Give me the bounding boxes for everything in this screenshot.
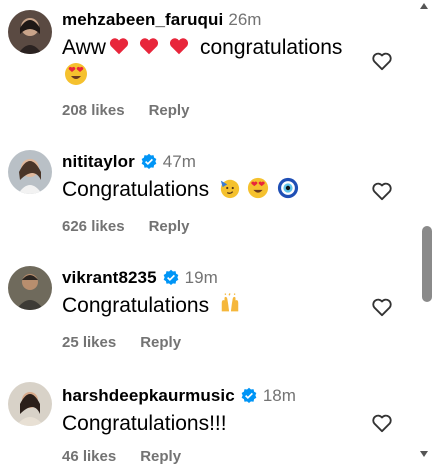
reply-button[interactable]: Reply: [149, 102, 190, 119]
username[interactable]: mehzabeen_faruqui: [62, 10, 223, 30]
comment-text: Congratulations: [62, 292, 241, 320]
nazar-amulet-emoji: [278, 177, 299, 199]
avatar[interactable]: [8, 382, 52, 426]
verified-badge-icon: [141, 153, 157, 170]
comment-text: Aww congratulations: [62, 34, 342, 62]
likes-count[interactable]: 25 likes: [62, 334, 116, 351]
like-button[interactable]: [370, 180, 394, 202]
comment-item: nititaylor 47m Congratulations 626 likes…: [0, 140, 410, 240]
comment-meta: 626 likes Reply: [62, 218, 189, 235]
comment-text: Congratulations!!!: [62, 410, 227, 438]
likes-count[interactable]: 46 likes: [62, 448, 116, 465]
scroll-down-arrow-icon[interactable]: [418, 448, 430, 460]
like-button[interactable]: [370, 412, 394, 434]
like-button[interactable]: [370, 50, 394, 72]
red-heart-emoji: [139, 38, 159, 55]
timestamp: 18m: [262, 386, 296, 405]
reply-button[interactable]: Reply: [140, 448, 181, 465]
verified-badge-icon: [163, 269, 179, 286]
comment-item: vikrant8235 19m Congratulations 25 likes…: [0, 256, 410, 356]
like-button[interactable]: [370, 296, 394, 318]
comment-item: mehzabeen_faruqui 26m Aww congratulations…: [0, 0, 410, 120]
username[interactable]: harshdeepkaurmusic: [62, 386, 235, 406]
heart-outline-icon: [372, 52, 392, 71]
comment-text-end: congratulations: [199, 36, 343, 59]
heart-eyes-emoji: [65, 63, 87, 85]
username[interactable]: vikrant8235: [62, 268, 157, 288]
reply-button[interactable]: Reply: [140, 334, 181, 351]
red-heart-emoji: [109, 38, 129, 55]
raising-hands-emoji: [221, 293, 239, 312]
timestamp: 26m: [228, 10, 262, 29]
comment-meta: 25 likes Reply: [62, 334, 181, 351]
avatar[interactable]: [8, 266, 52, 310]
comment-header: vikrant8235 19m: [62, 268, 218, 288]
comment-text-start: Congratulations: [62, 178, 210, 201]
username[interactable]: nititaylor: [62, 152, 135, 172]
party-face-emoji: [220, 179, 240, 199]
verified-badge-icon: [241, 387, 257, 404]
heart-outline-icon: [372, 414, 392, 433]
likes-count[interactable]: 208 likes: [62, 102, 125, 119]
comment-item: harshdeepkaurmusic 18m Congratulations!!…: [0, 372, 410, 465]
comment-text-start: Aww: [62, 36, 106, 59]
comment-header: nititaylor 47m: [62, 152, 196, 172]
comment-text-start: Congratulations: [62, 294, 210, 317]
heart-outline-icon: [372, 182, 392, 201]
timestamp: 47m: [162, 152, 196, 171]
comment-header: mehzabeen_faruqui 26m: [62, 10, 261, 30]
reply-button[interactable]: Reply: [149, 218, 190, 235]
heart-eyes-emoji: [248, 177, 269, 199]
comment-meta: 208 likes Reply: [62, 102, 189, 119]
scroll-up-arrow-icon[interactable]: [418, 0, 430, 12]
timestamp: 19m: [184, 268, 218, 287]
scrollbar-thumb[interactable]: [422, 226, 432, 302]
avatar[interactable]: [8, 10, 52, 54]
comment-meta: 46 likes Reply: [62, 448, 181, 465]
comment-text: Congratulations: [62, 176, 299, 204]
red-heart-emoji: [169, 38, 189, 55]
comment-header: harshdeepkaurmusic 18m: [62, 386, 296, 406]
comment-text-start: Congratulations!!!: [62, 412, 227, 435]
avatar[interactable]: [8, 150, 52, 194]
heart-outline-icon: [372, 298, 392, 317]
likes-count[interactable]: 626 likes: [62, 218, 125, 235]
